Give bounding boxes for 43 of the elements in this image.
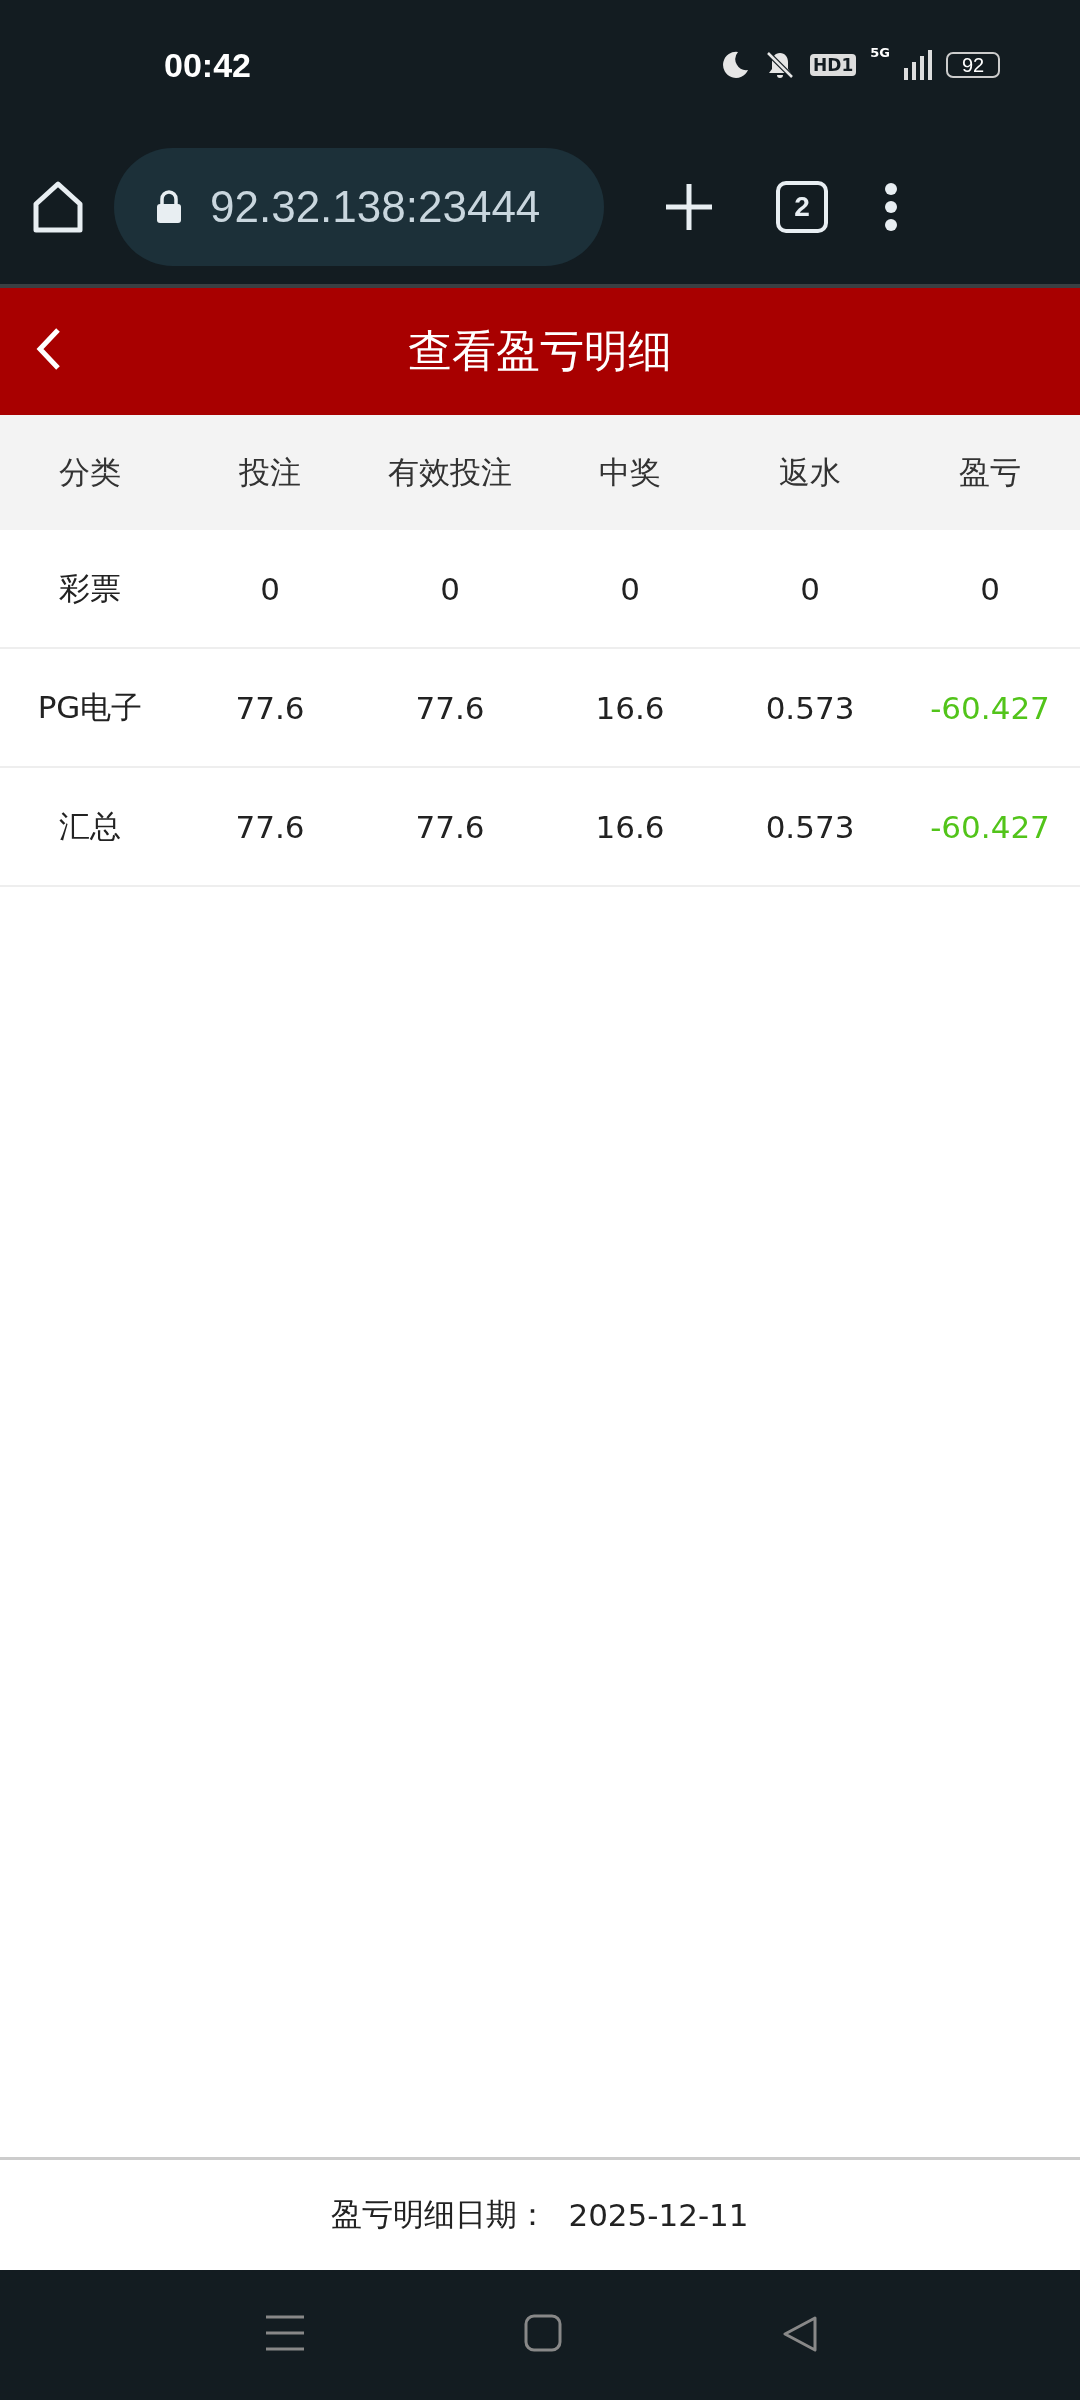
moon-icon (720, 50, 751, 80)
table-cell-text: 16.6 (594, 689, 666, 726)
column-header: 中奖 (598, 452, 662, 492)
table-cell-text: -60.427 (929, 689, 1051, 726)
home-nav-button[interactable] (524, 2314, 562, 2352)
table-cell-text: 77.6 (414, 808, 486, 845)
battery-indicator: 92 (946, 52, 1000, 78)
page-title: 查看盈亏明细 (408, 324, 672, 378)
table-cell-text: 77.6 (234, 808, 306, 845)
menu-button[interactable] (884, 182, 898, 232)
column-header: 分类 (58, 452, 122, 492)
back-button[interactable] (36, 326, 62, 372)
hd-badge: HD1 (810, 54, 857, 76)
address-bar[interactable]: 92.32.138:23444 (114, 148, 604, 266)
table-cell-text: 汇总 (58, 806, 122, 846)
table-cell-text: 77.6 (234, 689, 306, 726)
table-cell-text: 0.573 (764, 808, 856, 845)
new-tab-button[interactable] (664, 182, 714, 232)
menu-nav-button[interactable] (266, 2314, 304, 2352)
table-cell-text: 16.6 (594, 808, 666, 845)
date-label: 盈亏明细日期： (331, 2195, 549, 2234)
table-cell-text: 0.573 (764, 689, 856, 726)
column-header: 投注 (238, 452, 302, 492)
column-header: 盈亏 (958, 452, 1022, 492)
column-header: 有效投注 (387, 452, 513, 492)
table-cell-text: 彩票 (58, 568, 122, 608)
table-cell-text: 0 (979, 570, 1001, 607)
url-text: 92.32.138:23444 (210, 182, 541, 232)
network-label: 5G (870, 45, 890, 60)
column-header: 返水 (778, 452, 842, 492)
table-cell-text: 0 (619, 570, 641, 607)
lock-icon (156, 190, 182, 224)
date-value: 2025-12-11 (568, 2197, 749, 2233)
status-time: 00:42 (164, 45, 251, 85)
table-cell-text: 0 (259, 570, 281, 607)
table-cell-text: 0 (799, 570, 821, 607)
table-cell-text: -60.427 (929, 808, 1051, 845)
table-cell-text: 77.6 (414, 689, 486, 726)
table-cell-text: PG电子 (36, 687, 144, 727)
tab-count-button[interactable]: 2 (776, 181, 828, 233)
signal-icon (904, 50, 932, 80)
table-cell-text: 0 (439, 570, 461, 607)
back-nav-button[interactable] (782, 2316, 818, 2352)
